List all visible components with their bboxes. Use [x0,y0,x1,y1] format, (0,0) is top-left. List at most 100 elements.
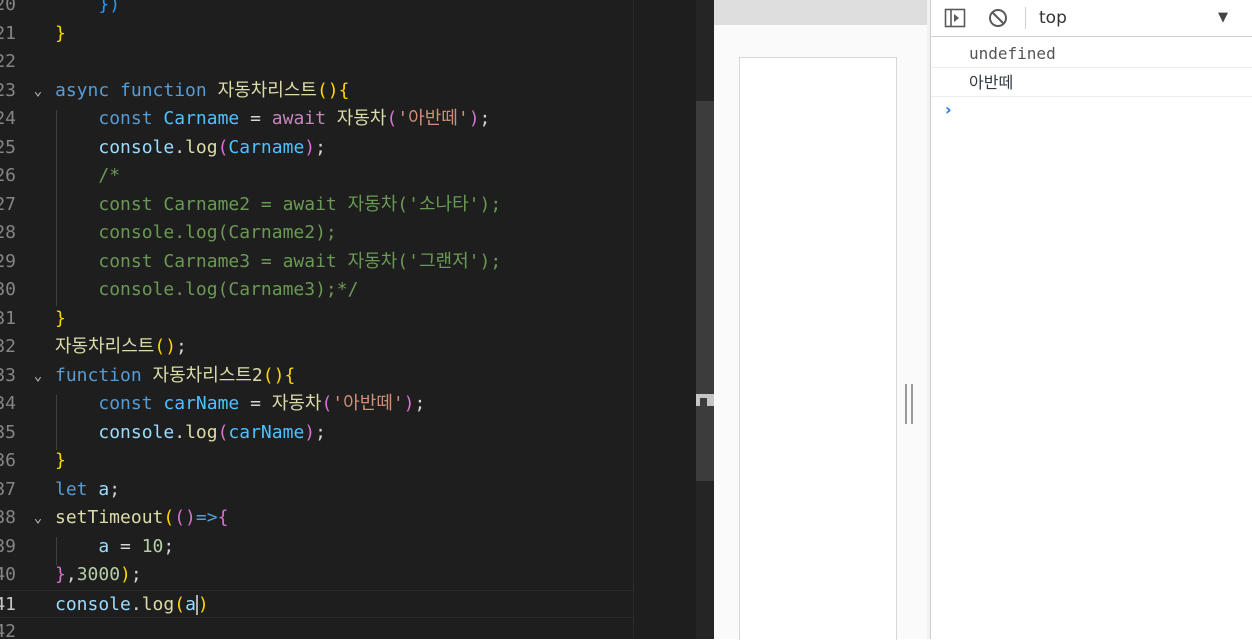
code-token: log [185,136,218,158]
code-token: async [55,79,110,101]
editor-vertical-scrollbar[interactable] [696,0,714,639]
devtools-resize-handle[interactable] [905,384,915,424]
code-text: console.log(Carname2); [55,219,336,248]
code-text: console.log(carName); [55,419,326,448]
show-console-sidebar-icon[interactable] [944,7,966,29]
code-line[interactable]: 22 [0,48,633,77]
code-token: ; [163,535,175,557]
code-text: let a; [55,476,120,505]
code-token: console [98,421,175,443]
code-token: 10 [141,535,164,557]
code-token: console.log(Carname3);*/ [98,279,359,300]
code-line[interactable]: 39 a = 10; [0,533,633,562]
code-token: 자동차리스트 [217,79,317,101]
code-token: 자동차리스트2 [152,364,263,386]
scrollbar-thumb[interactable] [696,101,714,481]
page-topbar [714,0,927,25]
code-line[interactable]: 34 const carName = 자동차('아반떼'); [0,390,633,419]
code-line[interactable]: 23 ⌄ async function 자동차리스트(){ [0,77,633,106]
fold-chevron-icon[interactable]: ⌄ [31,362,45,391]
code-token: carName [228,421,305,443]
browser-page-viewport [714,0,930,640]
code-line[interactable]: 32 자동차리스트(); [0,333,633,362]
code-line[interactable]: 35 console.log(carName); [0,419,633,448]
devtools-console-panel: top ▼ undefined 아반떼 › [930,0,1252,639]
dropdown-arrow-icon[interactable]: ▼ [1218,6,1228,30]
code-token: . [174,136,186,158]
code-line[interactable]: 42 [0,618,633,639]
code-line[interactable]: 38 ⌄ setTimeout(()=>{ [0,504,633,533]
code-token: } [55,564,66,585]
line-number: 25 [0,136,16,158]
line-number: 27 [0,193,16,215]
code-line[interactable]: 24 const Carname = await 자동차('아반떼'); [0,105,633,134]
code-token: log [141,593,175,615]
code-token: await [271,108,326,129]
code-token: ; [130,564,142,585]
code-line[interactable]: 26 /* [0,162,633,191]
code-token: } [55,307,66,329]
code-line[interactable]: 27 const Carname2 = await 자동차('소나타'); [0,191,633,220]
code-token: 자동차리스트 [55,336,155,357]
line-number: 29 [0,250,16,272]
editor-minimap[interactable] [633,0,697,639]
code-token: const [98,393,153,414]
code-line[interactable]: 25 console.log(Carname); [0,134,633,163]
console-prompt-icon[interactable]: › [945,100,959,120]
code-token: ( [174,593,186,615]
context-select-value: top [1039,8,1067,28]
code-line[interactable]: 28 console.log(Carname2); [0,219,633,248]
code-token: ) [403,393,415,414]
page-content-box [739,57,897,640]
fold-chevron-icon[interactable]: ⌄ [31,504,45,533]
code-token: ) [197,593,209,615]
line-number: 28 [0,222,16,243]
code-line[interactable]: 37 let a; [0,476,633,505]
code-line[interactable]: 29 const Carname3 = await 자동차('그랜저'); [0,248,633,277]
code-token: ( [217,421,229,443]
clear-console-icon[interactable] [987,7,1009,29]
code-token: 자동차 [271,393,322,414]
code-token: 자동차 [336,108,387,129]
code-token: ( [217,136,229,158]
code-token: . [130,593,142,615]
line-number: 24 [0,108,16,129]
code-text: const Carname = await 자동차('아반떼'); [55,105,490,134]
code-token: a [98,535,110,557]
code-text: const Carname3 = await 자동차('그랜저'); [55,248,501,277]
code-line[interactable]: 30 console.log(Carname3);*/ [0,276,633,305]
code-line[interactable]: 21} [0,20,633,49]
code-token: => [195,507,218,528]
code-line[interactable]: 33 ⌄ function 자동차리스트2(){ [0,362,633,391]
code-token: carName [163,393,240,414]
code-line[interactable]: 41 console.log(a) [0,589,633,618]
code-token: () [262,364,285,386]
code-token: { [217,507,229,528]
code-line[interactable]: 40},3000); [0,561,633,590]
code-text: } [55,447,66,476]
line-number: 30 [0,279,16,300]
code-token: setTimeout [55,507,164,528]
code-token: , [65,564,77,585]
code-text: console.log(Carname); [55,134,326,163]
code-editor[interactable]: 20 })21}2223⌄async function 자동차리스트(){24 … [0,0,633,639]
fold-chevron-icon[interactable]: ⌄ [31,77,45,106]
code-line[interactable]: 36} [0,447,633,476]
code-line[interactable]: 31} [0,305,633,334]
code-text: async function 자동차리스트(){ [55,77,349,106]
line-number: 42 [0,621,16,639]
code-token: Carname [163,108,240,129]
code-line[interactable]: 20 }) [0,0,633,20]
scrollbar-cursor-marker [696,394,714,406]
code-token: log [185,421,218,443]
line-number: 41 [0,593,16,615]
code-token: ; [315,136,326,158]
javascript-context-select[interactable]: top [1039,6,1239,30]
console-message: 아반떼 [931,68,1252,97]
